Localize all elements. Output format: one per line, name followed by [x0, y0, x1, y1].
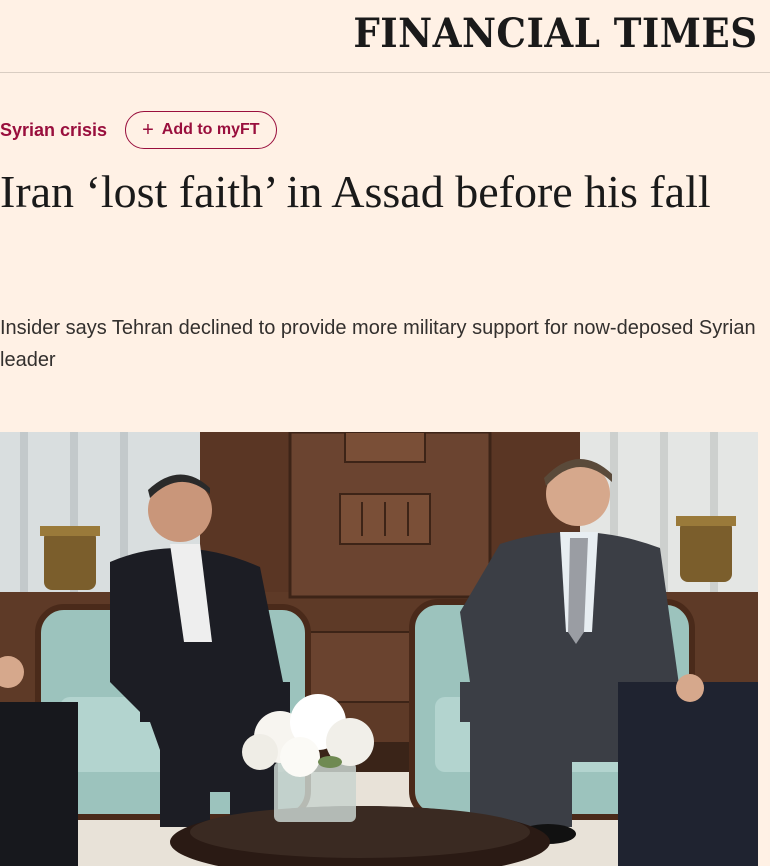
add-to-myft-label: Add to myFT — [161, 121, 260, 138]
topic-row: Syrian crisis + Add to myFT — [0, 110, 277, 150]
masthead-logo[interactable]: FINANCIAL TIMES — [354, 10, 758, 57]
article-headline: Iran ‘lost faith’ in Assad before his fa… — [0, 166, 711, 217]
topic-link[interactable]: Syrian crisis — [0, 120, 107, 141]
article-standfirst: Insider says Tehran declined to provide … — [0, 317, 756, 371]
photo-illustration — [0, 432, 758, 866]
add-to-myft-button[interactable]: + Add to myFT — [125, 111, 277, 149]
plus-icon: + — [142, 119, 154, 141]
article-main-image — [0, 432, 758, 866]
masthead: FINANCIAL TIMES — [0, 0, 770, 73]
